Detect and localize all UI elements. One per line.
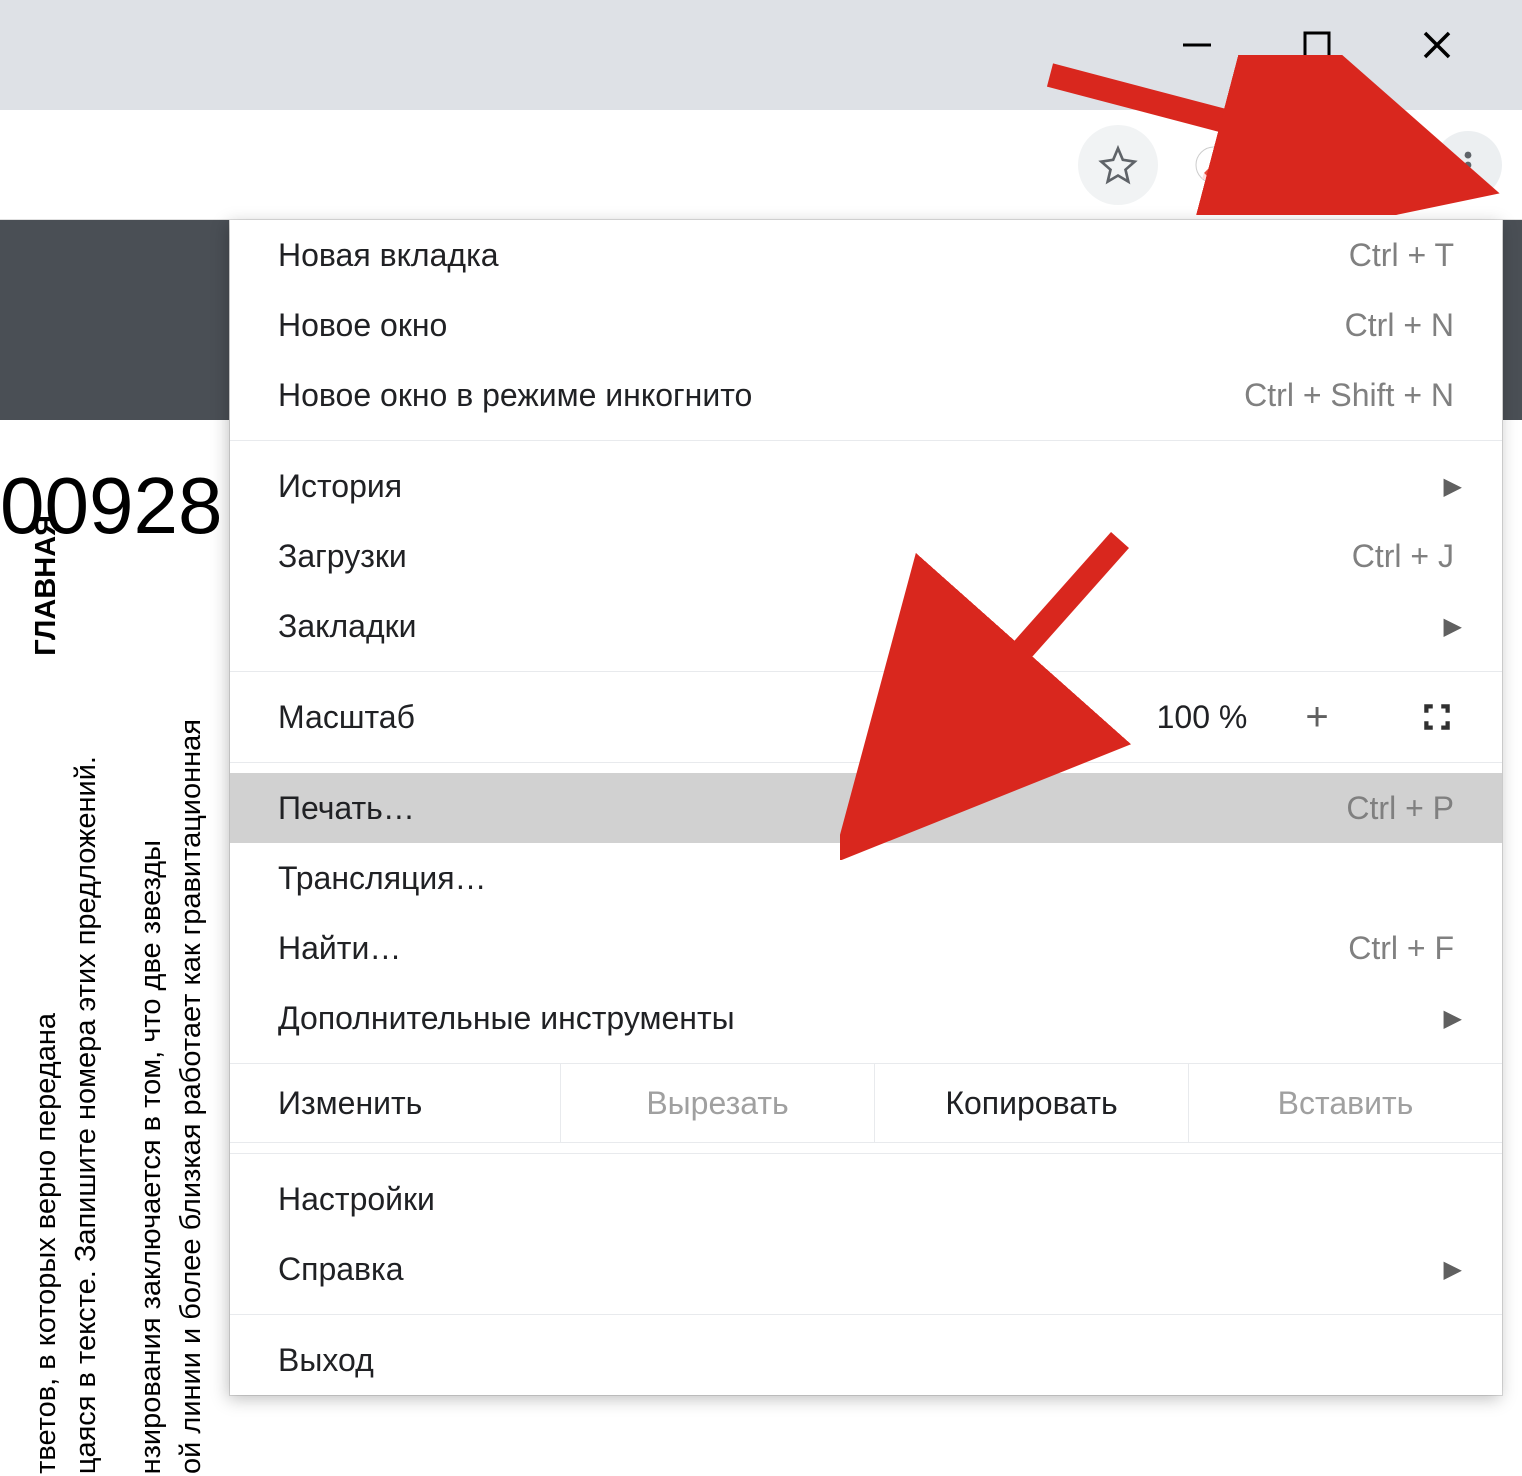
close-button[interactable]	[1412, 20, 1462, 70]
menu-shortcut: Ctrl + F	[1348, 930, 1454, 967]
menu-item[interactable]: История▶	[230, 451, 1502, 521]
extensions-icon[interactable]	[1270, 139, 1322, 191]
menu-shortcut: Ctrl + N	[1345, 307, 1454, 344]
zoom-label: Масштаб	[278, 699, 1042, 736]
menu-separator	[230, 1153, 1502, 1154]
eraser-extension-icon[interactable]	[1188, 139, 1240, 191]
menu-item[interactable]: Дополнительные инструменты▶	[230, 983, 1502, 1053]
menu-item-label: История	[278, 468, 1454, 505]
vertical-text: цаяся в тексте. Запишите номера этих пре…	[70, 756, 103, 1474]
edit-paste[interactable]: Вставить	[1188, 1064, 1502, 1142]
zoom-out-button[interactable]: −	[1042, 687, 1132, 747]
vertical-text: ой линии и более близкая работает как гр…	[175, 719, 208, 1474]
menu-item-label: Закладки	[278, 608, 1454, 645]
vertical-text: тветов, в которых верно передана	[30, 1013, 63, 1474]
submenu-arrow-icon: ▶	[1444, 612, 1462, 641]
menu-item[interactable]: Справка▶	[230, 1234, 1502, 1304]
menu-item[interactable]: ЗагрузкиCtrl + J	[230, 521, 1502, 591]
menu-shortcut: Ctrl + P	[1346, 790, 1454, 827]
vertical-text: нзирования заключается в том, что две зв…	[135, 840, 168, 1474]
edit-copy[interactable]: Копировать	[874, 1064, 1188, 1142]
zoom-in-button[interactable]: +	[1272, 687, 1362, 747]
menu-item[interactable]: Найти…Ctrl + F	[230, 913, 1502, 983]
browser-menu-button[interactable]	[1434, 131, 1502, 199]
minimize-button[interactable]	[1172, 20, 1222, 70]
menu-item[interactable]: Настройки	[230, 1164, 1502, 1234]
bookmark-star-button[interactable]	[1078, 125, 1158, 205]
menu-item[interactable]: Новая вкладкаCtrl + T	[230, 220, 1502, 290]
edit-label: Изменить	[230, 1064, 560, 1142]
menu-item-label: Трансляция…	[278, 860, 1454, 897]
profile-avatar[interactable]	[1352, 139, 1404, 191]
window-titlebar	[0, 0, 1522, 110]
menu-item[interactable]: Закладки▶	[230, 591, 1502, 661]
menu-item-label: Новое окно в режиме инкогнито	[278, 377, 1244, 414]
menu-item-label: Новая вкладка	[278, 237, 1349, 274]
menu-item-label: Выход	[278, 1342, 1454, 1379]
menu-shortcut: Ctrl + Shift + N	[1244, 377, 1454, 414]
submenu-arrow-icon: ▶	[1444, 472, 1462, 501]
menu-item-label: Справка	[278, 1251, 1454, 1288]
edit-cut[interactable]: Вырезать	[560, 1064, 874, 1142]
submenu-arrow-icon: ▶	[1444, 1004, 1462, 1033]
menu-separator	[230, 1314, 1502, 1315]
menu-item-label: Печать…	[278, 790, 1346, 827]
fullscreen-button[interactable]	[1402, 687, 1472, 747]
menu-item-label: Загрузки	[278, 538, 1352, 575]
menu-item-label: Новое окно	[278, 307, 1345, 344]
menu-separator	[230, 671, 1502, 672]
menu-edit-row: ИзменитьВырезатьКопироватьВставить	[230, 1063, 1502, 1143]
menu-separator	[230, 762, 1502, 763]
submenu-arrow-icon: ▶	[1444, 1255, 1462, 1284]
menu-item[interactable]: Выход	[230, 1325, 1502, 1395]
menu-shortcut: Ctrl + J	[1352, 538, 1454, 575]
zoom-value: 100 %	[1132, 699, 1272, 736]
toolbar	[0, 110, 1522, 220]
maximize-button[interactable]	[1292, 20, 1342, 70]
menu-zoom-row: Масштаб−100 %+	[230, 682, 1502, 752]
menu-item[interactable]: Новое окно в режиме инкогнитоCtrl + Shif…	[230, 360, 1502, 430]
menu-item[interactable]: Новое окноCtrl + N	[230, 290, 1502, 360]
menu-item[interactable]: Печать…Ctrl + P	[230, 773, 1502, 843]
menu-item-label: Дополнительные инструменты	[278, 1000, 1454, 1037]
menu-item-label: Найти…	[278, 930, 1348, 967]
menu-item-label: Настройки	[278, 1181, 1454, 1218]
menu-shortcut: Ctrl + T	[1349, 237, 1454, 274]
menu-item[interactable]: Трансляция…	[230, 843, 1502, 913]
vertical-text: ГЛАВНАЯ	[30, 515, 63, 656]
browser-menu: Новая вкладкаCtrl + TНовое окноCtrl + NН…	[230, 220, 1502, 1395]
menu-separator	[230, 440, 1502, 441]
